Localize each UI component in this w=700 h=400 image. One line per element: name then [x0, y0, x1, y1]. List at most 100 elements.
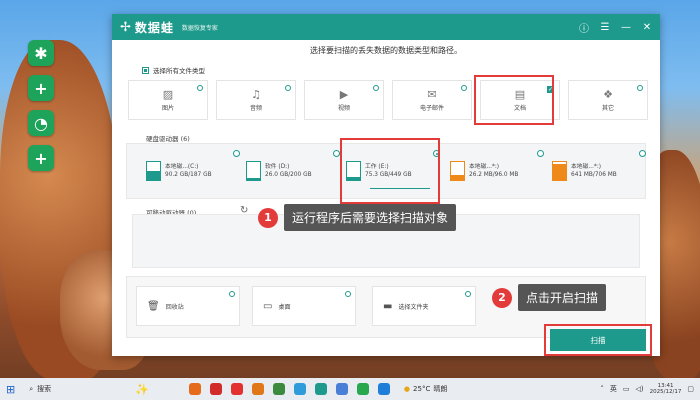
other-icon: ❖ — [603, 87, 613, 101]
callout-2: 2 点击开启扫描 — [492, 284, 607, 311]
drive-radio[interactable] — [537, 150, 544, 157]
help-icon[interactable]: ⓘ — [579, 20, 589, 35]
scan-button[interactable]: 扫描 — [550, 329, 646, 351]
chat-app-icon[interactable] — [335, 383, 348, 395]
location-label: 桌面 — [278, 303, 291, 311]
menu-icon[interactable]: ☰ — [600, 22, 610, 33]
taskbar-search[interactable]: ⌕ 搜索 — [25, 381, 135, 397]
drive-radio[interactable] — [333, 150, 340, 157]
drive-name: 本地磁...(C:) — [165, 163, 199, 170]
checked-checkbox-icon: ✓ — [547, 86, 554, 93]
drive-partition-1[interactable]: 本地磁...*:) 26.2 MB/96.0 MB — [450, 150, 544, 192]
edge-app-icon[interactable] — [377, 383, 390, 395]
taskbar: ⊞ ⌕ 搜索 ✨ ● 25°C 晴朗 ˄ 英 ▭ ◁) 13:41 2025/1… — [0, 378, 700, 400]
frog-logo-icon: ✢ — [120, 19, 131, 35]
drive-usage: 26.0 GB/200 GB — [265, 172, 312, 178]
search-app-icon[interactable] — [188, 383, 201, 395]
type-label: 音频 — [249, 104, 262, 112]
checkbox-icon — [461, 85, 467, 91]
desktop-icon: ▭ — [263, 300, 273, 312]
type-label: 图片 — [161, 104, 174, 112]
drive-partition-2[interactable]: 本地磁...*:) 641 MB/706 MB — [552, 150, 646, 192]
wps-app-icon[interactable] — [230, 383, 243, 395]
image-icon: ▨ — [162, 87, 174, 101]
location-desktop[interactable]: ▭ 桌面 — [252, 286, 356, 326]
document-icon: ▤ — [514, 87, 526, 101]
type-label: 视频 — [337, 104, 350, 112]
wechat-app-icon[interactable] — [356, 383, 369, 395]
temperature: 25°C — [413, 385, 431, 393]
recovery-app-icon[interactable] — [314, 383, 327, 395]
chevron-up-icon[interactable]: ˄ — [600, 385, 604, 393]
system-tray: ˄ 英 ▭ ◁) 13:41 2025/12/17 ▢ — [600, 383, 694, 396]
hard-drives-title: 硬盘驱动器 (6) — [146, 135, 190, 143]
select-all-label: 选择所有文件类型 — [153, 67, 205, 75]
recovery-app-icon[interactable]: ◔ — [28, 110, 54, 136]
drive-icon — [346, 161, 361, 181]
callout-text: 点击开启扫描 — [518, 284, 607, 311]
page-heading: 选择要扫描的丢失数据的数据类型和路径。 — [310, 46, 462, 55]
minimize-icon[interactable]: — — [621, 22, 631, 33]
taskbar-apps — [188, 383, 390, 395]
drive-icon — [552, 161, 567, 181]
clock-date: 2025/12/17 — [649, 389, 682, 395]
video-icon: ▶ — [339, 87, 349, 101]
callout-number: 2 — [492, 287, 512, 308]
browser-app-icon[interactable] — [293, 383, 306, 395]
drive-d[interactable]: 软件 (D:) 26.0 GB/200 GB — [246, 150, 340, 192]
checkbox-icon — [637, 85, 643, 91]
type-label: 电子邮件 — [419, 104, 444, 112]
search-placeholder: 搜索 — [37, 385, 52, 393]
checkbox-icon — [285, 85, 291, 91]
location-recycle-bin[interactable]: 🗑 回收站 — [136, 286, 240, 326]
drive-name: 本地磁...*:) — [469, 163, 500, 170]
recycle-bin-icon: 🗑 — [147, 300, 160, 312]
location-radio — [345, 291, 351, 297]
title-bar: ✢ 数据蛙 数据恢复专家 ⓘ ☰ — ✕ — [112, 14, 660, 40]
drive-icon — [146, 161, 161, 181]
checkbox-icon — [373, 85, 379, 91]
drive-usage-bar — [370, 188, 430, 189]
type-label: 文档 — [513, 104, 526, 112]
network-icon[interactable]: ▭ — [623, 385, 630, 393]
type-card-images[interactable]: ▨ 图片 — [128, 80, 208, 120]
drive-radio-selected[interactable] — [433, 150, 440, 157]
type-card-documents[interactable]: ✓ ▤ 文档 — [480, 80, 560, 120]
drive-usage: 75.3 GB/449 GB — [365, 172, 412, 178]
plus-app-icon[interactable]: + — [28, 145, 54, 171]
video-app-icon[interactable] — [272, 383, 285, 395]
audio-icon: ♫ — [251, 87, 261, 101]
folder-icon: ▬ — [383, 300, 393, 312]
type-card-video[interactable]: ▶ 视频 — [304, 80, 384, 120]
office-app-icon[interactable] — [209, 383, 222, 395]
drive-radio[interactable] — [233, 150, 240, 157]
close-icon[interactable]: ✕ — [642, 22, 652, 33]
drive-radio[interactable] — [639, 150, 646, 157]
email-icon: ✉ — [427, 87, 437, 101]
type-card-audio[interactable]: ♫ 音频 — [216, 80, 296, 120]
ime-indicator[interactable]: 英 — [610, 384, 617, 394]
type-card-other[interactable]: ❖ 其它 — [568, 80, 648, 120]
windows-start-icon[interactable]: ⊞ — [6, 383, 15, 396]
drive-name: 软件 (D:) — [265, 163, 290, 170]
notification-icon[interactable]: ▢ — [687, 385, 694, 393]
plus-app-icon[interactable]: + — [28, 75, 54, 101]
app-subtitle: 数据恢复专家 — [181, 24, 218, 32]
file-explorer-app-icon[interactable] — [251, 383, 264, 395]
drive-e[interactable]: 工作 (E:) 75.3 GB/449 GB — [346, 150, 440, 192]
location-select-folder[interactable]: ▬ 选择文件夹 — [372, 286, 476, 326]
bluetooth-app-icon[interactable]: ✱ — [28, 40, 54, 66]
drive-name: 工作 (E:) — [365, 163, 389, 170]
weather-widget[interactable]: ● 25°C 晴朗 — [404, 384, 447, 394]
volume-icon[interactable]: ◁) — [636, 385, 644, 393]
location-radio — [229, 291, 235, 297]
app-name: 数据蛙 — [134, 20, 174, 35]
drive-usage: 641 MB/706 MB — [571, 172, 617, 178]
select-all-checkbox[interactable]: 选择所有文件类型 — [142, 65, 205, 75]
type-card-email[interactable]: ✉ 电子邮件 — [392, 80, 472, 120]
drive-name: 本地磁...*:) — [571, 163, 602, 170]
drive-c[interactable]: 本地磁...(C:) 90.2 GB/187 GB — [146, 150, 240, 192]
clock[interactable]: 13:41 2025/12/17 — [650, 383, 682, 396]
search-icon: ⌕ — [29, 384, 34, 393]
callout-1: 1 运行程序后需要选择扫描对象 — [258, 204, 457, 231]
